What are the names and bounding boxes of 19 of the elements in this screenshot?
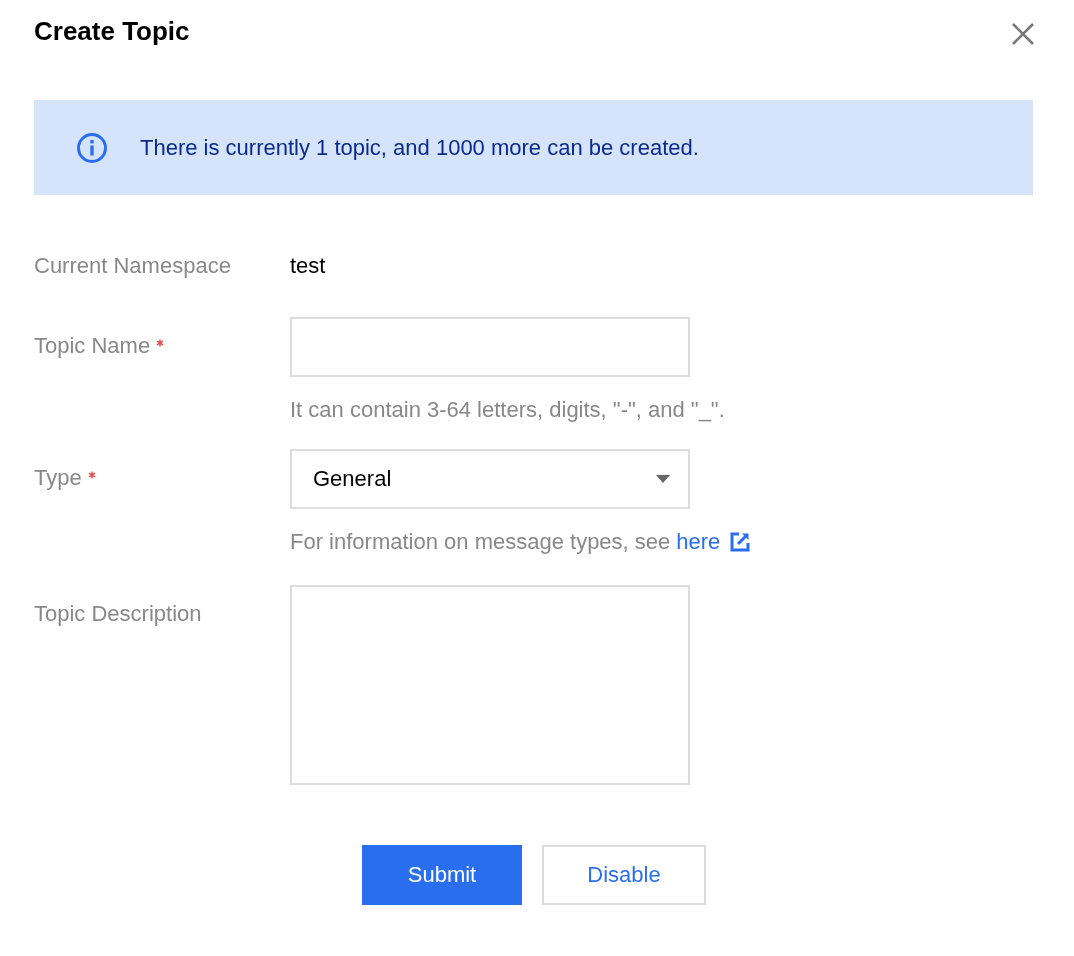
help-text: For information on message types, see xyxy=(290,529,671,555)
field-value: test xyxy=(290,252,326,280)
info-icon xyxy=(76,131,108,164)
help-text: It can contain 3-64 letters, digits, "-", and "_". xyxy=(290,397,725,423)
help-link[interactable]: here xyxy=(676,529,721,555)
field-label: Current Namespace xyxy=(34,252,231,280)
field-label: Type xyxy=(34,464,82,492)
description-textarea[interactable] xyxy=(290,585,690,785)
dialog-title: Create Topic xyxy=(34,15,190,47)
field-label: Topic Name xyxy=(34,332,151,360)
text-input[interactable] xyxy=(290,317,690,377)
submit-button[interactable]: Submit xyxy=(362,845,522,905)
external-link-icon xyxy=(730,532,751,552)
close-button[interactable] xyxy=(1011,22,1035,46)
caret-icon xyxy=(656,475,670,483)
type-dropdown[interactable]: General xyxy=(290,449,690,509)
field-label: Topic Description xyxy=(34,600,202,628)
disable-button[interactable]: Disable xyxy=(542,845,706,905)
info-message: There is currently 1 topic, and 1000 more can be created. xyxy=(140,134,699,161)
